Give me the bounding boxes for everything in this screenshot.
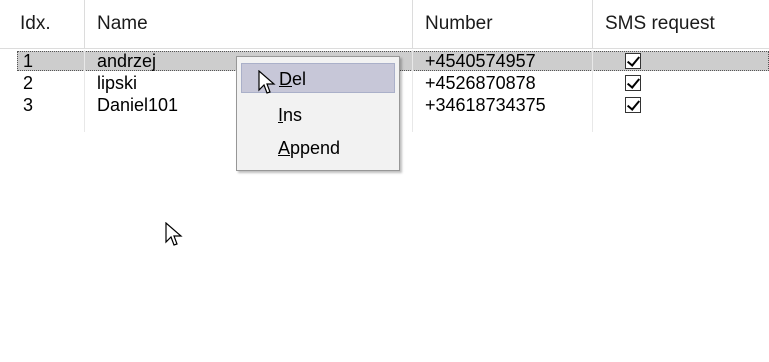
menu-item-ins-label: ns — [283, 105, 303, 125]
grid-header: Idx. Name Number SMS request — [0, 0, 769, 49]
cell-sms-request[interactable] — [625, 95, 643, 115]
cell-sms-request[interactable] — [625, 51, 643, 71]
cell-number[interactable]: +4526870878 — [425, 73, 595, 93]
header-name[interactable]: Name — [84, 0, 412, 48]
column-divider — [412, 50, 413, 132]
header-idx[interactable]: Idx. — [16, 0, 84, 48]
checkbox-checked-icon[interactable] — [625, 53, 641, 69]
column-divider — [84, 50, 85, 132]
mouse-pointer-icon — [165, 222, 183, 246]
cell-idx[interactable]: 2 — [23, 73, 83, 93]
cell-idx[interactable]: 1 — [23, 51, 83, 71]
header-number[interactable]: Number — [412, 0, 592, 48]
mouse-pointer-icon — [258, 70, 276, 94]
menu-item-append-accel: A — [278, 138, 291, 158]
header-sms-request[interactable]: SMS request — [592, 0, 769, 48]
menu-item-del-label: el — [292, 69, 307, 89]
cell-number[interactable]: +4540574957 — [425, 51, 595, 71]
cell-number[interactable]: +34618734375 — [425, 95, 595, 115]
cell-idx[interactable]: 3 — [23, 95, 83, 115]
column-divider — [592, 50, 593, 132]
cell-sms-request[interactable] — [625, 73, 643, 93]
checkbox-checked-icon[interactable] — [625, 75, 641, 91]
checkbox-checked-icon[interactable] — [625, 97, 641, 113]
menu-item-ins[interactable]: Ins — [241, 100, 395, 130]
phone-book-grid[interactable]: Idx. Name Number SMS request 1 andrzej +… — [0, 0, 769, 362]
menu-item-del-accel: D — [279, 69, 292, 89]
menu-item-append-label: ppend — [290, 138, 341, 158]
menu-item-append[interactable]: Append — [241, 133, 395, 163]
